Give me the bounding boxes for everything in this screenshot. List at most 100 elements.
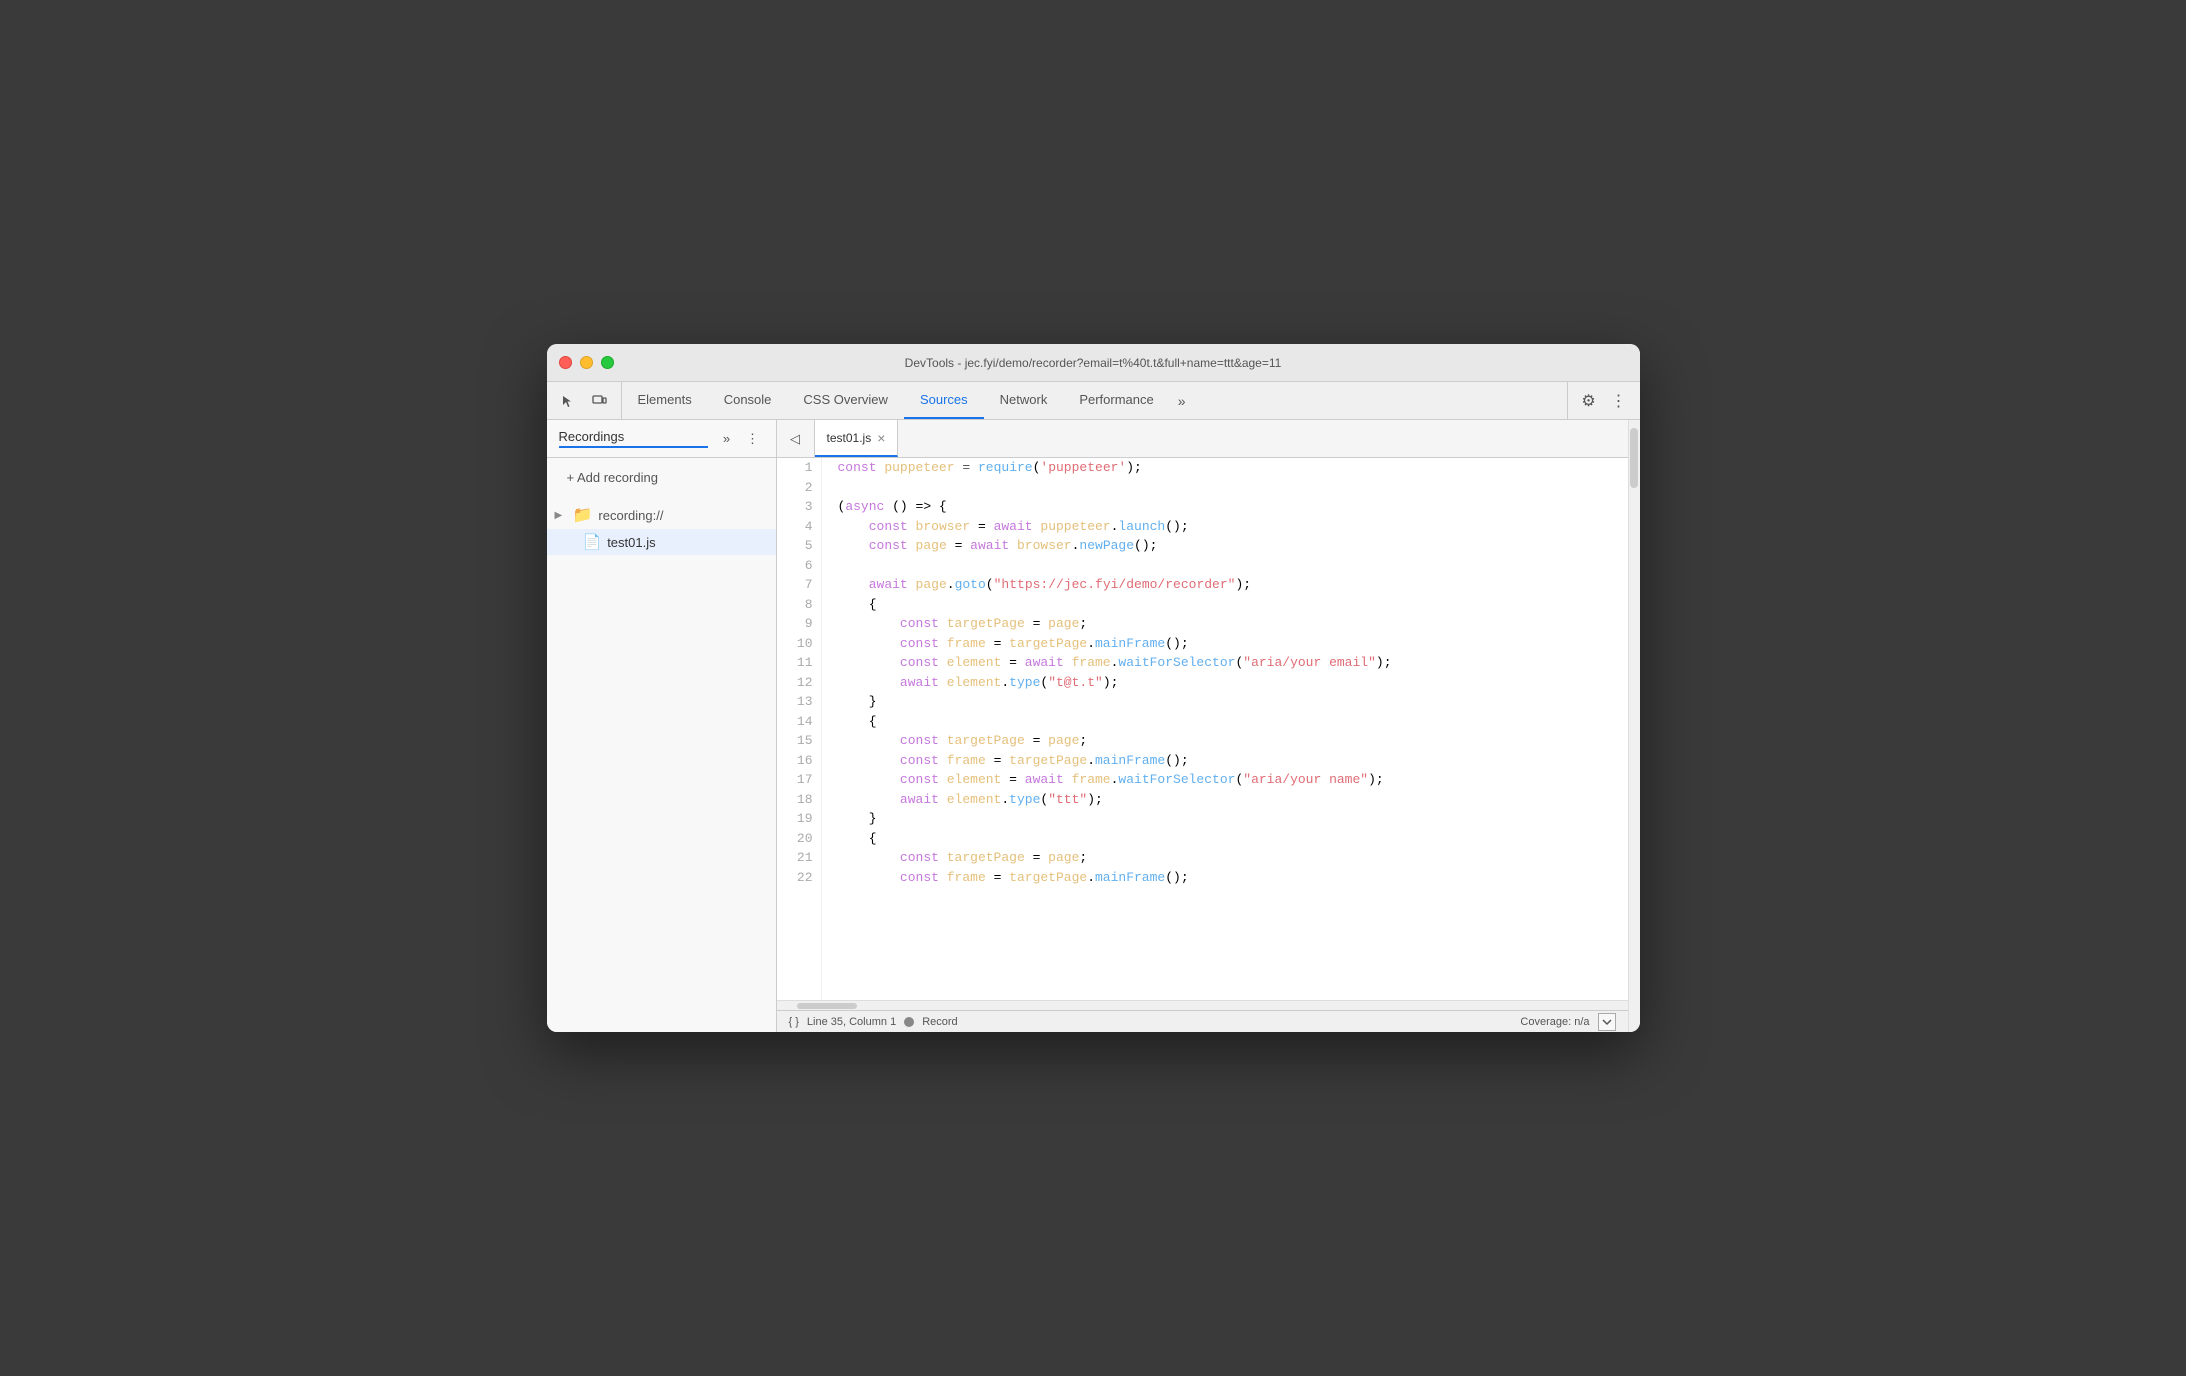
- minimize-button[interactable]: [580, 356, 593, 369]
- window-title: DevTools - jec.fyi/demo/recorder?email=t…: [905, 356, 1282, 370]
- settings-icon[interactable]: ⚙: [1576, 388, 1602, 414]
- device-toggle-icon[interactable]: [587, 388, 613, 414]
- tab-performance[interactable]: Performance: [1063, 382, 1169, 419]
- code-line: await element.type("ttt");: [838, 790, 1592, 810]
- code-line: await page.goto("https://jec.fyi/demo/re…: [838, 575, 1592, 595]
- line-number: 2: [785, 478, 813, 498]
- code-line: {: [838, 829, 1592, 849]
- file-icon: 📄: [583, 533, 602, 551]
- folder-arrow-icon: ▶: [555, 510, 567, 521]
- line-number: 5: [785, 536, 813, 556]
- traffic-lights: [559, 356, 614, 369]
- code-line: const element = await frame.waitForSelec…: [838, 653, 1592, 673]
- line-number: 3: [785, 497, 813, 517]
- sidebar-toggle-button[interactable]: ◁: [777, 420, 815, 457]
- line-number: 19: [785, 809, 813, 829]
- line-number: 11: [785, 653, 813, 673]
- code-line: [838, 478, 1592, 498]
- status-bar: { } Line 35, Column 1 Record Coverage: n…: [777, 1010, 1628, 1032]
- code-line: }: [838, 692, 1592, 712]
- code-line: (async () => {: [838, 497, 1592, 517]
- tab-network[interactable]: Network: [984, 382, 1064, 419]
- record-dot-icon: [904, 1017, 914, 1027]
- tab-console[interactable]: Console: [708, 382, 788, 419]
- line-numbers: 1 2 3 4 5 6 7 8 9 10 11 12 13 14: [777, 458, 822, 1000]
- sidebar-title: Recordings: [559, 429, 708, 448]
- vertical-scrollbar-thumb[interactable]: [1630, 428, 1638, 488]
- code-line: const targetPage = page;: [838, 848, 1592, 868]
- record-label[interactable]: Record: [922, 1016, 957, 1028]
- line-number: 1: [785, 458, 813, 478]
- code-line: const frame = targetPage.mainFrame();: [838, 751, 1592, 771]
- code-line: [838, 556, 1592, 576]
- code-area: ◁ test01.js × 1 2 3 4 5 6 7: [777, 420, 1628, 1032]
- code-line: const puppeteer = require('puppeteer');: [838, 458, 1592, 478]
- close-button[interactable]: [559, 356, 572, 369]
- sidebar-header-icons: » ⋮: [716, 428, 764, 450]
- sidebar: Recordings » ⋮ + Add recording ▶ 📁 r: [547, 420, 777, 1032]
- line-number: 14: [785, 712, 813, 732]
- tree-folder-item[interactable]: ▶ 📁 recording://: [547, 501, 776, 529]
- more-options-icon[interactable]: ⋮: [1606, 388, 1632, 414]
- horizontal-scrollbar-thumb[interactable]: [797, 1003, 857, 1009]
- line-number: 20: [785, 829, 813, 849]
- line-number: 8: [785, 595, 813, 615]
- code-tab-label: test01.js: [827, 431, 872, 445]
- code-content: const puppeteer = require('puppeteer'); …: [822, 458, 1608, 1000]
- line-number: 12: [785, 673, 813, 693]
- tab-elements[interactable]: Elements: [622, 382, 708, 419]
- line-number: 15: [785, 731, 813, 751]
- line-number: 22: [785, 868, 813, 888]
- toolbar-left-icons: [547, 382, 622, 419]
- code-line: await element.type("t@t.t");: [838, 673, 1592, 693]
- tab-css-overview[interactable]: CSS Overview: [787, 382, 904, 419]
- more-tabs-button[interactable]: »: [1170, 382, 1194, 419]
- line-number: 9: [785, 614, 813, 634]
- tree-file-item[interactable]: 📄 test01.js: [547, 529, 776, 555]
- add-recording-button[interactable]: + Add recording: [559, 466, 764, 489]
- vertical-scrollbar[interactable]: [1628, 420, 1640, 1032]
- code-line: const browser = await puppeteer.launch()…: [838, 517, 1592, 537]
- toolbar-actions: ⚙ ⋮: [1567, 382, 1640, 419]
- file-name: test01.js: [607, 535, 655, 550]
- code-tab-file[interactable]: test01.js ×: [815, 420, 899, 457]
- horizontal-scrollbar[interactable]: [777, 1000, 1628, 1010]
- main-content: Recordings » ⋮ + Add recording ▶ 📁 r: [547, 420, 1640, 1032]
- coverage-label: Coverage: n/a: [1520, 1016, 1589, 1028]
- line-number: 21: [785, 848, 813, 868]
- cursor-position: Line 35, Column 1: [807, 1016, 896, 1028]
- code-line: const frame = targetPage.mainFrame();: [838, 868, 1592, 888]
- line-number: 13: [785, 692, 813, 712]
- line-number: 7: [785, 575, 813, 595]
- toolbar-tabs: Elements Console CSS Overview Sources Ne…: [622, 382, 1567, 419]
- line-number: 18: [785, 790, 813, 810]
- status-left: { } Line 35, Column 1 Record: [789, 1016, 958, 1028]
- code-line: const page = await browser.newPage();: [838, 536, 1592, 556]
- sidebar-tree: ▶ 📁 recording:// 📄 test01.js: [547, 497, 776, 1032]
- line-number: 6: [785, 556, 813, 576]
- code-line: const targetPage = page;: [838, 731, 1592, 751]
- line-number: 4: [785, 517, 813, 537]
- tab-sources[interactable]: Sources: [904, 382, 984, 419]
- folder-name: recording://: [598, 508, 663, 523]
- folder-icon: 📁: [573, 505, 593, 525]
- code-tab-close-button[interactable]: ×: [877, 431, 885, 445]
- maximize-button[interactable]: [601, 356, 614, 369]
- code-lines: 1 2 3 4 5 6 7 8 9 10 11 12 13 14: [777, 458, 1628, 1000]
- format-icon[interactable]: { }: [789, 1016, 799, 1028]
- coverage-button[interactable]: [1598, 1013, 1616, 1031]
- line-number: 16: [785, 751, 813, 771]
- code-line: }: [838, 809, 1592, 829]
- line-number: 10: [785, 634, 813, 654]
- sidebar-header: Recordings » ⋮: [547, 420, 776, 458]
- titlebar: DevTools - jec.fyi/demo/recorder?email=t…: [547, 344, 1640, 382]
- code-tabs: ◁ test01.js ×: [777, 420, 1628, 458]
- sidebar-menu-button[interactable]: ⋮: [742, 428, 764, 450]
- code-line: const frame = targetPage.mainFrame();: [838, 634, 1592, 654]
- code-line: const element = await frame.waitForSelec…: [838, 770, 1592, 790]
- cursor-icon[interactable]: [555, 388, 581, 414]
- sidebar-more-button[interactable]: »: [716, 428, 738, 450]
- code-editor[interactable]: 1 2 3 4 5 6 7 8 9 10 11 12 13 14: [777, 458, 1628, 1000]
- devtools-toolbar: Elements Console CSS Overview Sources Ne…: [547, 382, 1640, 420]
- status-right: Coverage: n/a: [1520, 1013, 1615, 1031]
